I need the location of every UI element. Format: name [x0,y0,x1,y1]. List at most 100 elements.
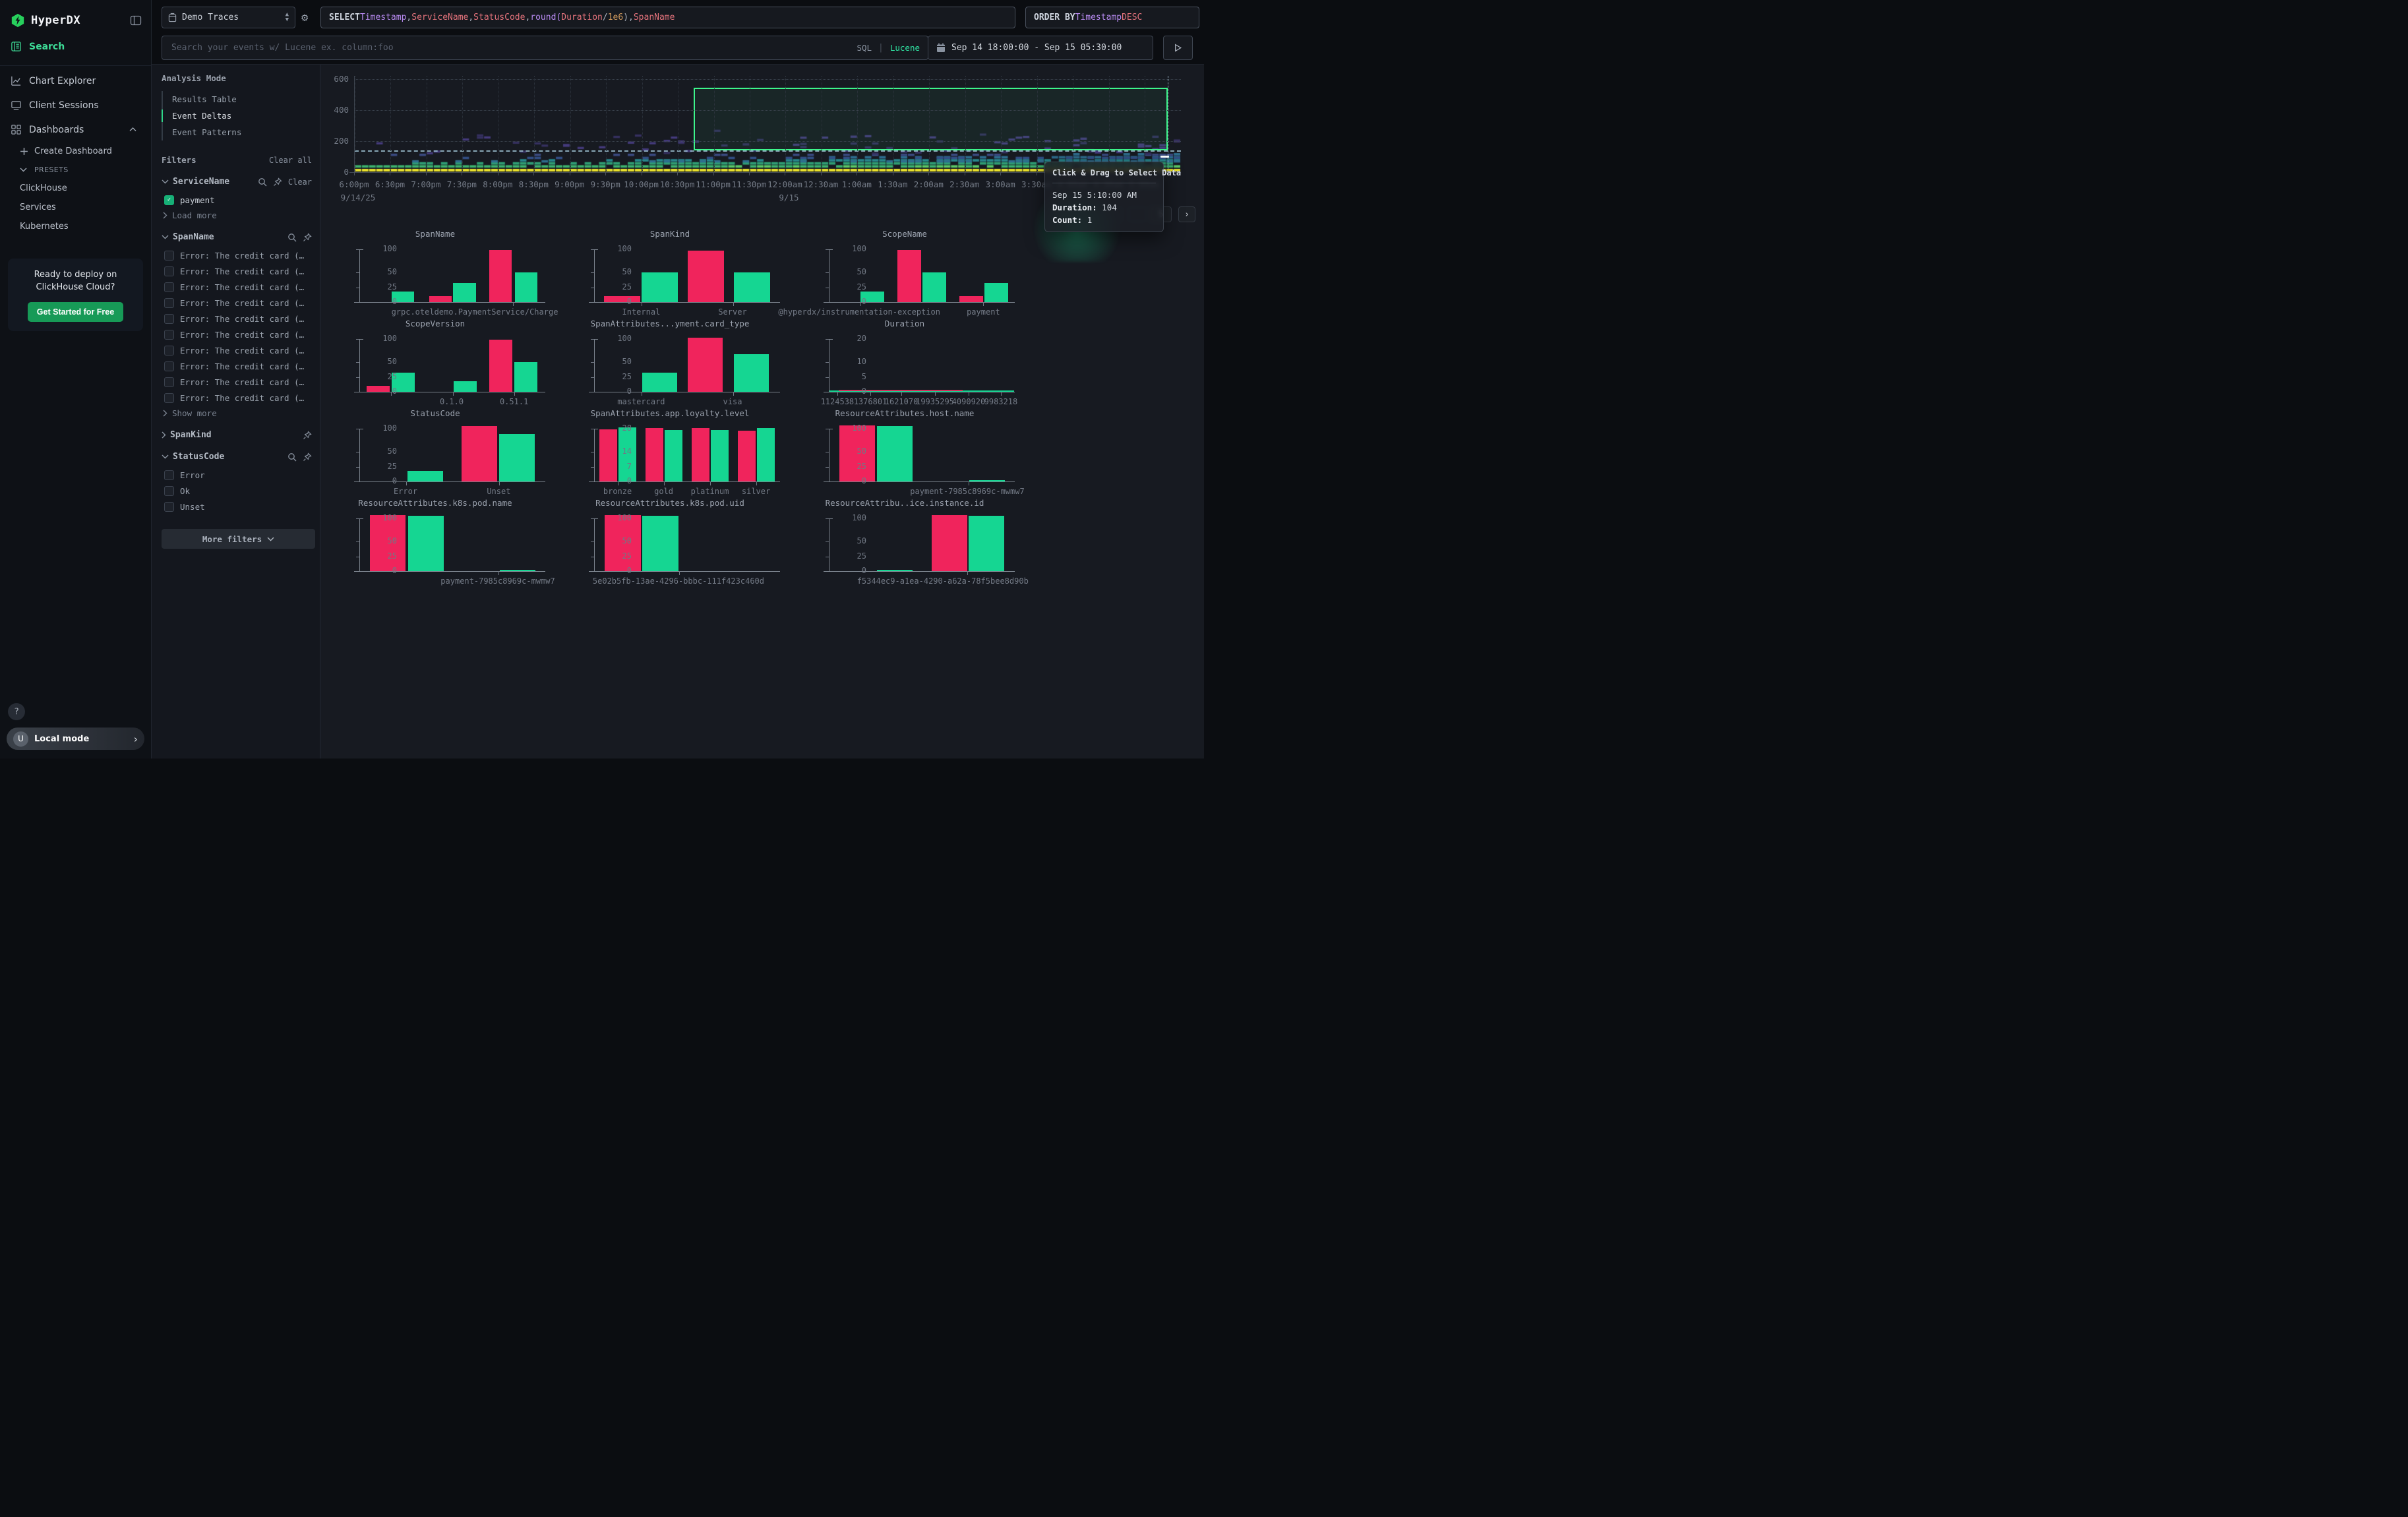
checkbox[interactable] [164,502,174,512]
checkbox[interactable] [164,282,174,292]
heatmap-x-tick [928,172,929,175]
sidebar-subitem-label: PRESETS [34,166,69,174]
heatmap-x-tick [677,172,678,175]
filter-checkbox-row[interactable]: Error: The credit card (… [162,358,312,374]
run-query-button[interactable] [1163,36,1193,60]
checkbox[interactable] [164,266,174,276]
filter-checkbox-row[interactable]: Error [162,467,312,483]
filter-group-name[interactable]: SpanKind [170,430,212,440]
filter-load-more[interactable]: Load more [162,208,312,220]
heatmap-x-tick [354,172,355,175]
chart-y-label: 25 [368,462,397,471]
filter-checkbox-row[interactable]: Error: The credit card (… [162,263,312,279]
heatmap-x-label: 1:00am [842,179,872,189]
checkbox[interactable] [164,393,174,403]
chart-x-label: Internal [622,307,660,317]
checkbox[interactable]: ✓ [164,195,174,205]
chart-y-tick [826,362,829,363]
sidebar-subitem-label: Services [20,202,56,212]
analysis-mode-event-deltas[interactable]: Event Deltas [163,108,312,124]
page-next-button[interactable]: › [1178,206,1195,222]
date-range-picker[interactable]: Sep 14 18:00:00 - Sep 15 05:30:00 [928,36,1153,60]
sidebar-collapse-icon[interactable] [130,15,142,26]
help-button[interactable]: ? [8,703,25,720]
heatmap-x-label: 8:00pm [483,179,512,189]
filter-checkbox-row[interactable]: Error: The credit card (… [162,295,312,311]
delta-chart-spanattributes-yment-card-type: SpanAttributes...yment.card_type02550100… [558,317,785,404]
chart-y-label: 25 [837,551,866,561]
checkbox[interactable] [164,470,174,480]
chart-y-label: 100 [837,513,866,522]
mode-sql[interactable]: SQL [857,43,872,53]
filter-checkbox-row[interactable]: ✓payment [162,192,312,208]
sidebar-subitem-presets[interactable]: PRESETS [0,161,151,179]
more-filters-button[interactable]: More filters [162,529,315,549]
chart-y-label: 25 [368,372,397,381]
sidebar-item-search[interactable]: Search [0,34,151,59]
duration-heatmap[interactable] [354,76,1181,172]
clear-all-button[interactable]: Clear all [269,156,312,165]
chart-bar-green [642,516,678,571]
doc-icon [11,41,22,52]
heatmap-y-label: 600 [322,74,349,84]
checkbox[interactable] [164,361,174,371]
order-by-editor[interactable]: ORDER BY Timestamp DESC [1025,7,1199,28]
promo-line1: Ready to deploy on [15,269,136,282]
delta-chart-spanname: SpanName02550100grpc.oteldemo.PaymentSer… [323,228,550,315]
plus-icon [20,147,29,156]
filter-checkbox-row[interactable]: Unset [162,499,312,514]
sql-select-editor[interactable]: SELECT Timestamp, ServiceName, StatusCod… [320,7,1015,28]
chart-x-label: visa [723,397,742,406]
filter-checkbox-row[interactable]: Error: The credit card (… [162,326,312,342]
chart-bar-green [969,516,1004,571]
sidebar-subitem-create-dashboard[interactable]: Create Dashboard [0,142,151,161]
sidebar-subitem-clickhouse[interactable]: ClickHouse [0,179,151,198]
sidebar-item-client-sessions[interactable]: Client Sessions [0,93,151,117]
sidebar-item-dashboards[interactable]: Dashboards [0,117,151,142]
sidebar-subitem-label: Create Dashboard [34,146,112,156]
filter-group-name[interactable]: StatusCode [173,452,224,462]
filter-checkbox-row[interactable]: Error: The credit card (… [162,374,312,390]
checkbox[interactable] [164,346,174,356]
checkbox[interactable] [164,298,174,308]
filter-group-name[interactable]: ServiceName [173,177,229,187]
mode-lucene[interactable]: Lucene [890,43,920,53]
source-select[interactable]: Demo Traces ▲▼ [162,7,295,28]
checkbox[interactable] [164,486,174,496]
filter-checkbox-row[interactable]: Error: The credit card (… [162,311,312,326]
filter-checkbox-row[interactable]: Ok [162,483,312,499]
chart-bar-green [757,428,775,482]
checkbox[interactable] [164,377,174,387]
sidebar-item-chart-explorer[interactable]: Chart Explorer [0,69,151,93]
chart-y-label: 0 [603,387,632,396]
sidebar-subitem-kubernetes[interactable]: Kubernetes [0,217,151,236]
get-started-button[interactable]: Get Started for Free [28,302,123,322]
mag-icon [287,233,297,242]
checkbox[interactable] [164,251,174,261]
sidebar-subitem-services[interactable]: Services [0,198,151,217]
user-menu[interactable]: U Local mode › [7,728,144,750]
heatmap-gridline [355,110,1181,111]
filter-checkbox-row[interactable]: Error: The credit card (… [162,247,312,263]
analysis-mode-results-table[interactable]: Results Table [163,91,312,108]
filter-show-more[interactable]: Show more [162,406,312,418]
filter-group-clear[interactable]: Clear [288,177,312,187]
heatmap-vgridline [1109,76,1110,172]
chart-y-label: 10 [837,357,866,366]
filter-group-name[interactable]: SpanName [173,232,214,242]
checkbox[interactable] [164,314,174,324]
heatmap-x-label: 1:30am [878,179,907,189]
checkbox[interactable] [164,330,174,340]
chart-y-tick [356,362,359,363]
filter-checkbox-row[interactable]: Error: The credit card (… [162,279,312,295]
filter-checkbox-row[interactable]: Error: The credit card (… [162,342,312,358]
chart-bar-green [877,426,913,481]
gear-icon[interactable]: ⚙ [301,11,308,24]
search-input[interactable] [170,42,850,53]
heatmap-gridline [355,79,1181,80]
filter-checkbox-row[interactable]: Error: The credit card (… [162,390,312,406]
heatmap-vgridline [965,76,966,172]
topbar: Demo Traces ▲▼ ⚙ SELECT Timestamp, Servi… [151,0,1204,65]
delta-chart-resourceattributes-host-name: ResourceAttributes.host.name02550100paym… [793,407,1019,494]
analysis-mode-event-patterns[interactable]: Event Patterns [163,124,312,140]
